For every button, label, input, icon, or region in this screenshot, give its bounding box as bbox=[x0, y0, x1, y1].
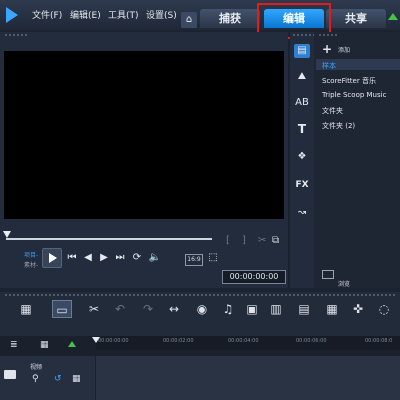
motion-tracking-icon[interactable]: ✜ bbox=[348, 300, 368, 318]
library-item-sample[interactable]: 样本 bbox=[322, 61, 336, 71]
subtitle-icon[interactable]: ▤ bbox=[294, 300, 314, 318]
library-item-folder-2[interactable]: 文件夹 (2) bbox=[322, 121, 355, 131]
mode-project[interactable]: 项目- bbox=[24, 250, 38, 259]
app-logo-icon bbox=[6, 7, 18, 23]
ruler-tick: 00:00:04:00 bbox=[228, 338, 259, 344]
menu-tools[interactable]: 工具(T) bbox=[108, 8, 139, 21]
add-label[interactable]: 添加 bbox=[338, 45, 350, 54]
browse-label[interactable]: 浏览 bbox=[338, 279, 350, 288]
split-screen-icon[interactable]: ▦ bbox=[322, 300, 342, 318]
tab-capture[interactable]: 捕获 bbox=[200, 9, 260, 28]
home-start-icon[interactable]: ⏮ bbox=[66, 251, 78, 265]
ruler-tick: 00:00:06:00 bbox=[296, 338, 327, 344]
library-item-triple-scoop[interactable]: Triple Scoop Music bbox=[322, 91, 386, 99]
media-icon[interactable]: ▤ bbox=[294, 44, 310, 58]
next-frame-icon[interactable]: ▶ bbox=[98, 251, 110, 265]
ruler-tick: 00:00:08:0 bbox=[365, 338, 393, 344]
menu-edit[interactable]: 编辑(E) bbox=[70, 8, 101, 21]
library-grip[interactable] bbox=[292, 34, 316, 36]
motion-path-icon[interactable]: ↝ bbox=[294, 206, 310, 220]
video-track-label: 视频 bbox=[30, 364, 43, 371]
mask-icon[interactable]: ◌ bbox=[374, 300, 394, 318]
upload-icon[interactable] bbox=[388, 13, 398, 20]
ruler-tick: 00:00:00:00 bbox=[98, 338, 129, 344]
transition-icon[interactable]: AB bbox=[294, 96, 310, 110]
ruler-tick: 00:00:02:00 bbox=[163, 338, 194, 344]
crop-icon[interactable]: ⬚ bbox=[207, 251, 219, 265]
multicam-icon[interactable]: ▥ bbox=[266, 300, 286, 318]
storyboard-view-icon[interactable]: ▭ bbox=[52, 300, 72, 318]
video-track-area[interactable] bbox=[96, 356, 400, 400]
end-icon[interactable]: ⏭ bbox=[114, 251, 126, 265]
auto-music-icon[interactable]: ▣ bbox=[242, 300, 262, 318]
timeline-view-icon[interactable]: ▦ bbox=[16, 300, 36, 318]
enlarge-icon[interactable]: ⧉ bbox=[272, 235, 279, 246]
mark-out-icon[interactable]: ] bbox=[242, 235, 246, 246]
grid-icon[interactable]: ▦ bbox=[72, 374, 81, 384]
library-item-scorefitter[interactable]: ScoreFitter 音乐 bbox=[322, 76, 376, 86]
menu-settings[interactable]: 设置(S) bbox=[146, 8, 177, 21]
undo-icon[interactable]: ↶ bbox=[110, 300, 130, 318]
prev-frame-icon[interactable]: ◀ bbox=[82, 251, 94, 265]
play-button[interactable] bbox=[42, 248, 62, 268]
volume-icon[interactable]: 🔈 bbox=[148, 251, 162, 265]
chapter-icon[interactable]: ▦ bbox=[40, 340, 49, 350]
scrubber-handle[interactable] bbox=[3, 231, 11, 238]
fx-icon[interactable]: FX bbox=[294, 178, 310, 192]
library-item-folder[interactable]: 文件夹 bbox=[322, 106, 343, 116]
add-icon[interactable]: + bbox=[322, 42, 332, 56]
audio-mixer-icon[interactable]: ♫ bbox=[218, 300, 238, 318]
preview-screen bbox=[4, 51, 284, 219]
tools-icon[interactable]: ✂ bbox=[84, 300, 104, 318]
video-track-icon bbox=[4, 370, 16, 379]
library-panel-grip[interactable] bbox=[318, 34, 338, 36]
redo-icon[interactable]: ↷ bbox=[138, 300, 158, 318]
graphic-icon[interactable]: ❖ bbox=[294, 150, 310, 164]
mode-clip[interactable]: 素材- bbox=[24, 260, 38, 269]
record-icon[interactable]: ◉ bbox=[192, 300, 212, 318]
track-manager-icon[interactable]: ≣ bbox=[10, 340, 18, 350]
instant-project-icon[interactable]: ⛰ bbox=[294, 70, 310, 84]
split-icon[interactable]: ✂ bbox=[258, 235, 266, 246]
toolbar-grip[interactable] bbox=[4, 294, 396, 296]
mark-in-icon[interactable]: [ bbox=[226, 235, 230, 246]
menu-file[interactable]: 文件(F) bbox=[32, 8, 62, 21]
ripple-icon[interactable]: ↺ bbox=[54, 374, 62, 384]
scrubber-track[interactable] bbox=[6, 238, 212, 240]
aspect-ratio-button[interactable]: 16:9 bbox=[185, 254, 203, 266]
title-icon[interactable]: T bbox=[294, 122, 310, 136]
play-icon bbox=[49, 253, 57, 263]
fit-icon[interactable]: ↔ bbox=[164, 300, 184, 318]
panel-grip[interactable] bbox=[4, 34, 28, 36]
marker-icon[interactable] bbox=[68, 341, 76, 347]
repeat-icon[interactable]: ⟳ bbox=[130, 251, 144, 265]
link-icon[interactable]: ⚲ bbox=[32, 374, 39, 384]
tab-share[interactable]: 共享 bbox=[326, 9, 386, 28]
browse-icon[interactable] bbox=[322, 270, 334, 279]
timecode-field[interactable]: 00:00:00:00 bbox=[222, 270, 286, 284]
home-icon[interactable]: ⌂ bbox=[181, 12, 197, 28]
